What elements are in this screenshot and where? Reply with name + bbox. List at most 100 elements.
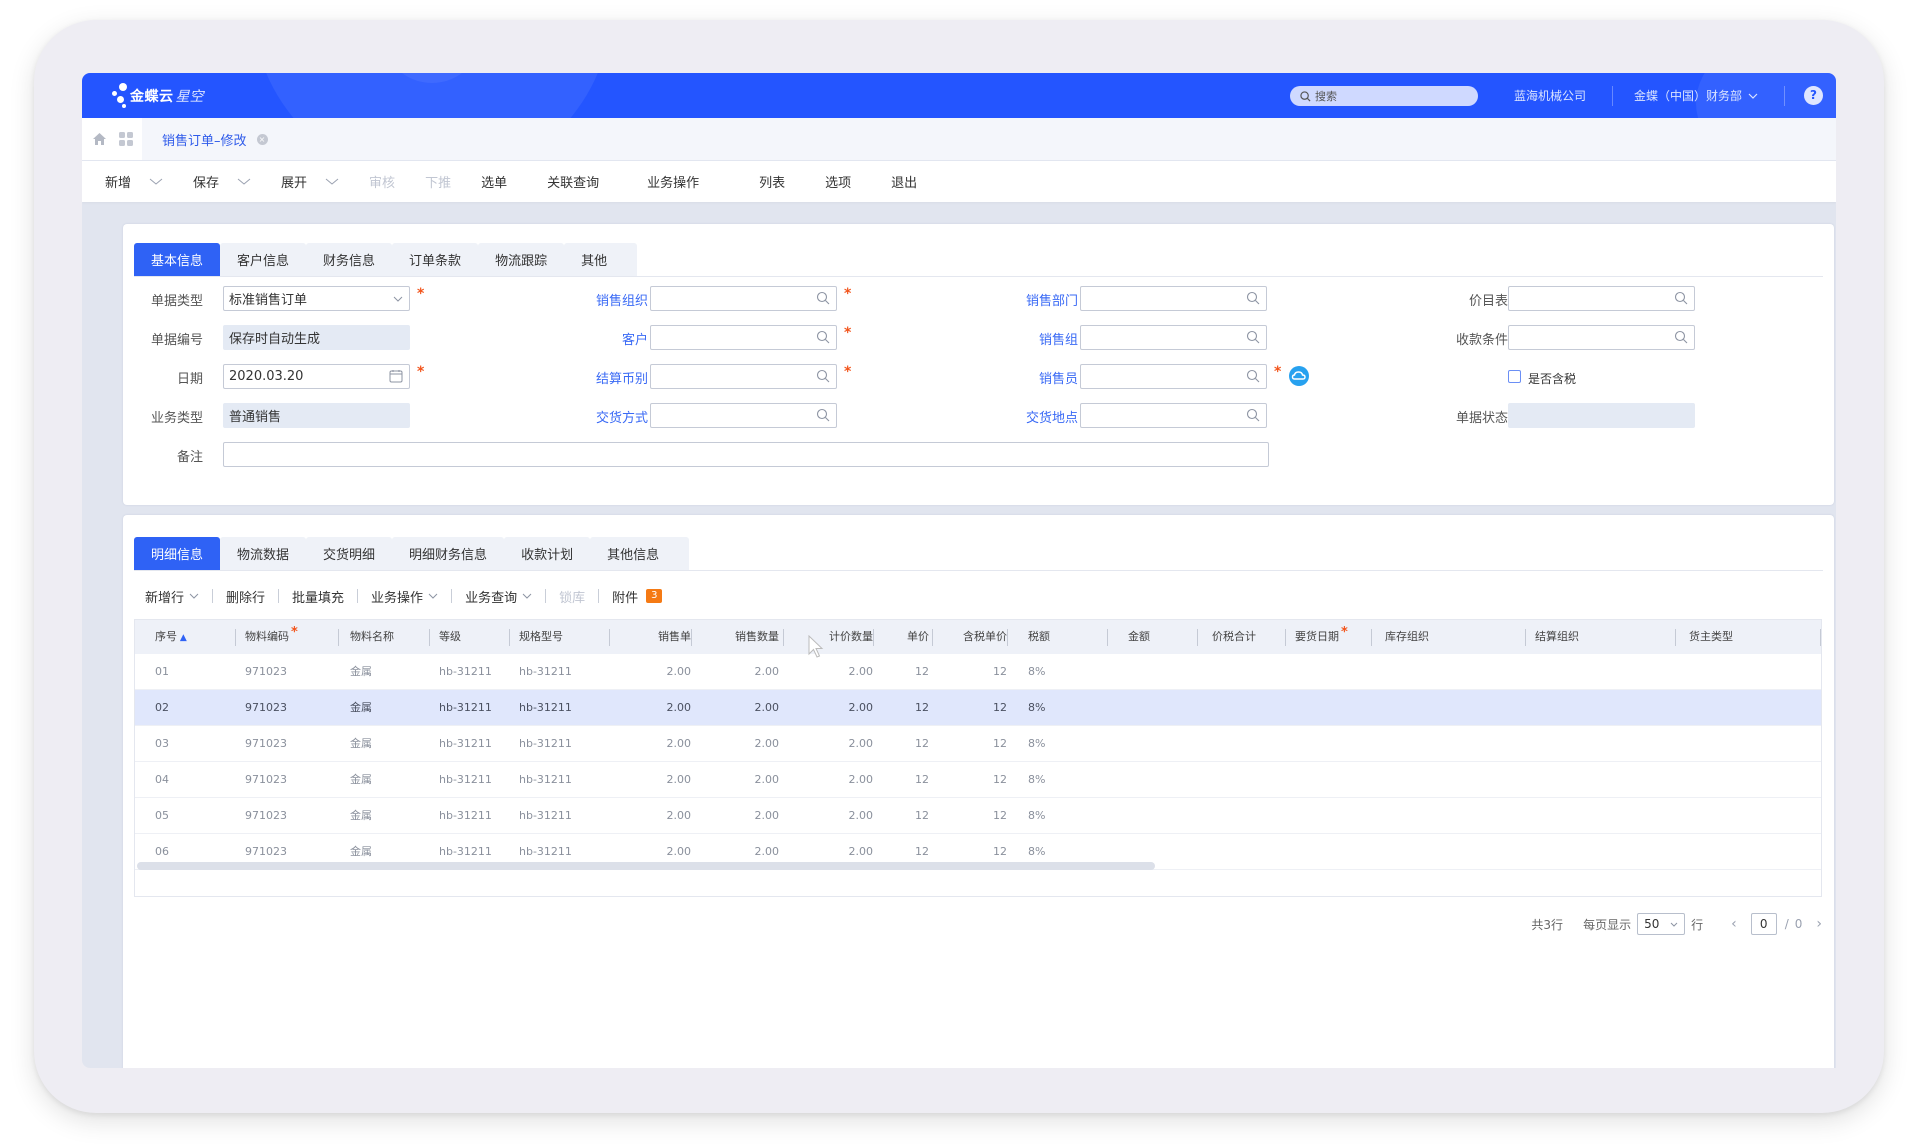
table-cell[interactable]: hb-31211 [439,798,499,833]
table-cell[interactable]: 2.00 [619,798,692,833]
table-cell[interactable]: 04 [155,762,215,797]
brand-logo[interactable]: 金蝶云 星空 [110,83,204,109]
sort-asc-icon[interactable]: ▲ [177,633,187,643]
column-resizer[interactable] [429,629,430,646]
table-cell[interactable]: 2.00 [619,654,692,689]
column-resizer[interactable] [1820,629,1821,646]
sales-group-input[interactable] [1080,325,1267,350]
table-cell[interactable]: 05 [155,798,215,833]
table-cell[interactable]: 12 [935,654,1007,689]
company-name[interactable]: 蓝海机械公司 [1514,87,1586,104]
column-header[interactable]: 等级 [439,620,499,654]
page-input[interactable]: 0 [1750,913,1777,935]
payment-terms-input[interactable] [1508,325,1695,350]
batch-fill-button[interactable]: 批量填充 [292,587,344,606]
currency-input[interactable] [650,364,837,389]
search-icon[interactable] [1246,330,1260,344]
toolbar-button[interactable]: 退出 [891,172,917,191]
toolbar-button[interactable]: 选单 [481,172,507,191]
table-cell[interactable]: hb-31211 [519,726,599,761]
table-cell[interactable]: 2.00 [787,690,874,725]
table-cell[interactable]: 03 [155,726,215,761]
column-header[interactable]: 价税合计 [1212,620,1272,654]
delete-row-button[interactable]: 删除行 [226,587,265,606]
table-cell[interactable]: 金属 [350,654,420,689]
calendar-icon[interactable] [389,369,403,383]
toolbar-button[interactable]: 列表 [759,172,785,191]
table-cell[interactable]: 2.00 [619,690,692,725]
toolbar-button[interactable]: 关联查询 [547,172,599,191]
table-row[interactable]: 02 971023 金属 hb-31211 hb-31211 2.00 2.00 2.00 12… [135,690,1821,726]
detail-tab[interactable]: 交货明细 [306,537,393,570]
search-icon[interactable] [816,330,830,344]
column-resizer[interactable] [509,629,510,646]
table-cell[interactable]: hb-31211 [439,762,499,797]
search-icon[interactable] [816,408,830,422]
global-search-input[interactable]: 搜索 [1290,86,1478,106]
column-header[interactable]: 结算组织 [1535,620,1625,654]
table-cell[interactable]: 971023 [245,726,315,761]
column-resizer[interactable] [1525,629,1526,646]
table-cell[interactable]: 12 [877,798,929,833]
table-cell[interactable]: 12 [935,798,1007,833]
table-cell[interactable]: 12 [877,762,929,797]
cloud-sync-icon[interactable] [1289,366,1309,386]
biz-query-button[interactable]: 业务查询 [465,587,532,606]
table-cell[interactable]: 971023 [245,654,315,689]
table-cell[interactable]: 8% [1028,726,1048,761]
search-icon[interactable] [1246,408,1260,422]
close-icon[interactable]: × [256,133,268,145]
table-cell[interactable]: hb-31211 [519,762,599,797]
per-page-select[interactable]: 50 [1637,913,1686,935]
table-row[interactable]: 03 971023 金属 hb-31211 hb-31211 2.00 2.00 2.00 12… [135,726,1821,762]
detail-tab[interactable]: 收款计划 [504,537,591,570]
column-resizer[interactable] [1285,629,1286,646]
attachment-button[interactable]: 附件 3 [612,587,663,606]
date-input[interactable]: 2020.03.20 [223,364,410,389]
remark-input[interactable] [223,442,1269,467]
table-cell[interactable]: 12 [935,726,1007,761]
column-header[interactable]: 销售单 [619,620,691,654]
search-icon[interactable] [1674,291,1688,305]
column-resizer[interactable] [691,629,692,646]
tax-included-checkbox[interactable] [1508,370,1521,383]
table-cell[interactable]: 2.00 [619,726,692,761]
column-resizer[interactable] [338,629,339,646]
column-resizer[interactable] [1107,629,1108,646]
table-cell[interactable]: 金属 [350,762,420,797]
table-cell[interactable]: 2.00 [695,798,780,833]
table-cell[interactable]: 8% [1028,690,1048,725]
table-cell[interactable]: 12 [877,726,929,761]
table-cell[interactable]: 971023 [245,798,315,833]
table-cell[interactable]: 12 [935,690,1007,725]
toolbar-button[interactable]: 业务操作 [647,172,699,191]
doc-type-select[interactable]: 标准销售订单 [223,286,410,311]
table-cell[interactable]: hb-31211 [439,690,499,725]
chevron-down-icon[interactable] [149,178,163,186]
table-cell[interactable]: hb-31211 [519,798,599,833]
price-list-input[interactable] [1508,286,1695,311]
detail-tab[interactable]: 明细财务信息 [392,537,505,570]
column-header[interactable]: 含税单价 [935,620,1007,654]
lock-stock-button[interactable]: 锁库 [559,587,585,606]
table-cell[interactable]: 01 [155,654,215,689]
table-cell[interactable]: 2.00 [695,726,780,761]
toolbar-button[interactable]: 选项 [825,172,851,191]
table-cell[interactable]: 8% [1028,762,1048,797]
add-row-button[interactable]: 新增行 [145,587,199,606]
table-cell[interactable]: 02 [155,690,215,725]
column-resizer[interactable] [1007,629,1008,646]
table-cell[interactable]: 2.00 [695,762,780,797]
table-row[interactable]: 05 971023 金属 hb-31211 hb-31211 2.00 2.00 2.00 12… [135,798,1821,834]
column-header[interactable]: 金额 [1128,620,1168,654]
toolbar-button[interactable]: 下推 [425,172,451,191]
table-row[interactable]: 04 971023 金属 hb-31211 hb-31211 2.00 2.00 2.00 12… [135,762,1821,798]
org-selector[interactable]: 金蝶（中国）财务部 [1634,87,1758,104]
search-icon[interactable] [816,369,830,383]
table-cell[interactable]: 2.00 [695,690,780,725]
column-header[interactable]: 单价 [877,620,929,654]
detail-tab[interactable]: 明细信息 [134,537,221,570]
table-cell[interactable]: hb-31211 [439,654,499,689]
search-icon[interactable] [816,291,830,305]
home-icon[interactable] [92,132,107,146]
